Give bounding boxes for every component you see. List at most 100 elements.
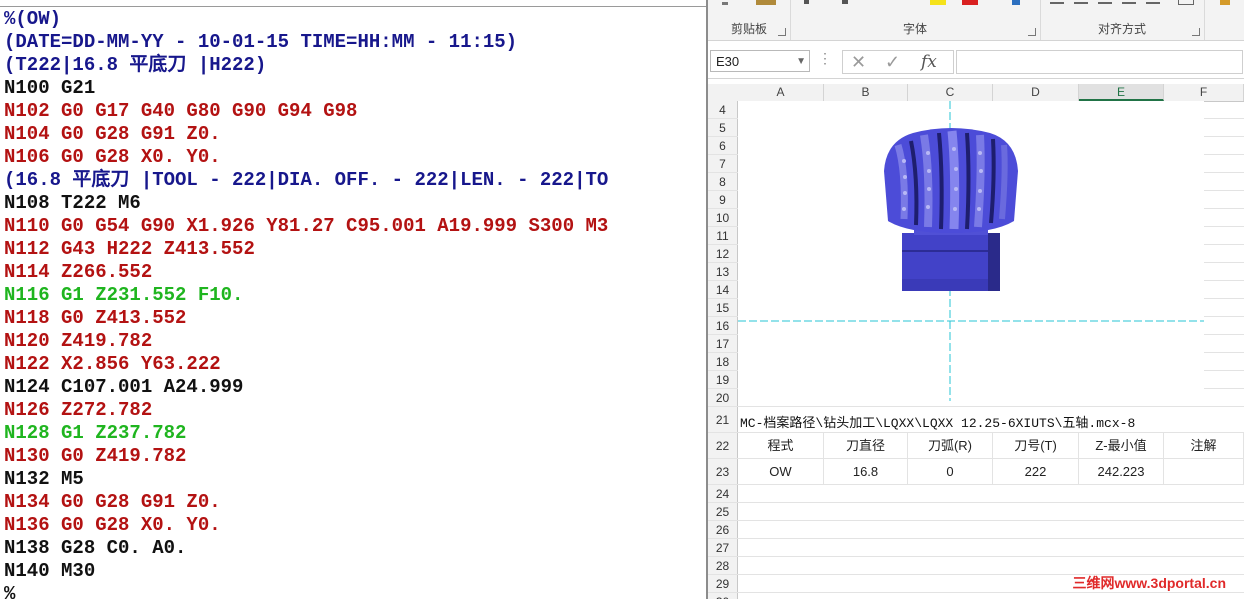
row-number[interactable]: 25 [708,503,738,520]
row-number[interactable]: 26 [708,521,738,538]
row-number[interactable]: 4 [708,101,738,118]
row-number[interactable]: 12 [708,245,738,262]
font-color-icon[interactable] [962,0,978,5]
row-number[interactable]: 29 [708,575,738,592]
row-number[interactable]: 30 [708,593,738,599]
cell-c[interactable]: 刀弧(R) [908,433,993,458]
code-line[interactable]: N132 M5 [4,468,608,491]
column-header-f[interactable]: F [1164,84,1244,101]
cell-e[interactable]: Z-最小值 [1079,433,1164,458]
row-number[interactable]: 8 [708,173,738,190]
row-number[interactable]: 14 [708,281,738,298]
cell-b[interactable]: 16.8 [824,459,908,484]
code-line[interactable]: (16.8 平底刀 |TOOL - 222|DIA. OFF. - 222|LE… [4,169,608,192]
insert-function-icon[interactable]: fx [921,51,937,73]
cancel-formula-icon[interactable]: ✕ [851,51,866,73]
clipboard-launcher-icon[interactable] [778,28,786,36]
code-line[interactable]: N106 G0 G28 X0. Y0. [4,146,608,169]
cell-b[interactable]: 刀直径 [824,433,908,458]
code-line[interactable]: N112 G43 H222 Z413.552 [4,238,608,261]
number-format-icon[interactable] [1220,0,1230,5]
code-line[interactable]: % [4,583,608,599]
row-number[interactable]: 28 [708,557,738,574]
cell-f[interactable]: 注解 [1164,433,1244,458]
column-header-a[interactable]: A [738,84,824,101]
row-number[interactable]: 22 [708,433,738,458]
cell-a[interactable]: 程式 [738,433,824,458]
code-line[interactable]: N134 G0 G28 G91 Z0. [4,491,608,514]
code-line[interactable]: N104 G0 G28 G91 Z0. [4,123,608,146]
column-header-d[interactable]: D [993,84,1079,101]
cell-d[interactable]: 222 [993,459,1079,484]
font-launcher-icon[interactable] [1028,28,1036,36]
bit-shank-base [902,279,1000,291]
cell-a[interactable]: OW [738,459,824,484]
enter-formula-icon[interactable]: ✓ [885,51,900,73]
code-line[interactable]: N110 G0 G54 G90 X1.926 Y81.27 C95.001 A1… [4,215,608,238]
ribbon-group-clipboard: 剪贴板 [708,0,791,40]
row-number[interactable]: 20 [708,389,738,406]
format-painter-icon[interactable] [722,2,728,5]
row-number[interactable]: 7 [708,155,738,172]
row-number[interactable]: 13 [708,263,738,280]
row-number[interactable]: 27 [708,539,738,556]
formula-bar-grip-icon[interactable]: ⋮ [818,50,832,67]
cell-f[interactable] [1164,459,1244,484]
cell-c[interactable]: 0 [908,459,993,484]
name-box-dropdown-icon[interactable]: ▼ [796,51,806,73]
code-line[interactable]: %(OW) [4,8,608,31]
code-line[interactable]: N126 Z272.782 [4,399,608,422]
code-line[interactable]: N108 T222 M6 [4,192,608,215]
row-number[interactable]: 21 [708,407,738,432]
bold-icon[interactable] [804,0,809,4]
code-line[interactable]: N124 C107.001 A24.999 [4,376,608,399]
formula-input[interactable] [956,50,1243,74]
code-line[interactable]: N140 M30 [4,560,608,583]
row-number[interactable]: 11 [708,227,738,244]
cell-d[interactable]: 刀号(T) [993,433,1079,458]
paste-brush-icon[interactable] [756,0,776,5]
row-number[interactable]: 19 [708,371,738,388]
formula-bar: E30 ▼ ⋮ ✕ ✓ fx [708,44,1244,79]
code-line[interactable]: N122 X2.856 Y63.222 [4,353,608,376]
code-line[interactable]: N118 G0 Z413.552 [4,307,608,330]
merge-center-icon[interactable] [1178,0,1194,5]
highlight-color-icon[interactable] [930,0,946,5]
nc-code-editor[interactable]: %(OW) (DATE=DD-MM-YY - 10-01-15 TIME=HH:M… [0,0,706,599]
row-number[interactable]: 10 [708,209,738,226]
row-number[interactable]: 15 [708,299,738,316]
phonetic-icon[interactable] [1012,0,1020,5]
increase-indent-icon[interactable] [1146,2,1160,4]
row-number[interactable]: 5 [708,119,738,136]
row-number[interactable]: 23 [708,459,738,484]
code-line[interactable]: N114 Z266.552 [4,261,608,284]
row-number[interactable]: 6 [708,137,738,154]
column-header-b[interactable]: B [824,84,908,101]
row-number[interactable]: 9 [708,191,738,208]
code-line[interactable]: N136 G0 G28 X0. Y0. [4,514,608,537]
code-line[interactable]: N138 G28 C0. A0. [4,537,608,560]
drill-bit-image[interactable] [738,101,1204,401]
align-center-icon[interactable] [1074,2,1088,4]
row-number[interactable]: 18 [708,353,738,370]
underline-icon[interactable] [842,0,848,4]
column-header-e[interactable]: E [1079,84,1164,101]
code-line[interactable]: (DATE=DD-MM-YY - 10-01-15 TIME=HH:MM - 1… [4,31,608,54]
code-line[interactable]: N102 G0 G17 G40 G80 G90 G94 G98 [4,100,608,123]
column-header-c[interactable]: C [908,84,993,101]
row-number[interactable]: 16 [708,317,738,334]
code-line[interactable]: N120 Z419.782 [4,330,608,353]
code-line[interactable]: (T222|16.8 平底刀 |H222) [4,54,608,77]
decrease-indent-icon[interactable] [1122,2,1136,4]
cell-e[interactable]: 242.223 [1079,459,1164,484]
row-number[interactable]: 24 [708,485,738,502]
align-left-icon[interactable] [1050,2,1064,4]
align-right-icon[interactable] [1098,2,1112,4]
name-box[interactable]: E30 ▼ [710,50,810,72]
code-line[interactable]: N116 G1 Z231.552 F10. [4,284,608,307]
code-line[interactable]: N128 G1 Z237.782 [4,422,608,445]
row-number[interactable]: 17 [708,335,738,352]
alignment-launcher-icon[interactable] [1192,28,1200,36]
code-line[interactable]: N130 G0 Z419.782 [4,445,608,468]
code-line[interactable]: N100 G21 [4,77,608,100]
